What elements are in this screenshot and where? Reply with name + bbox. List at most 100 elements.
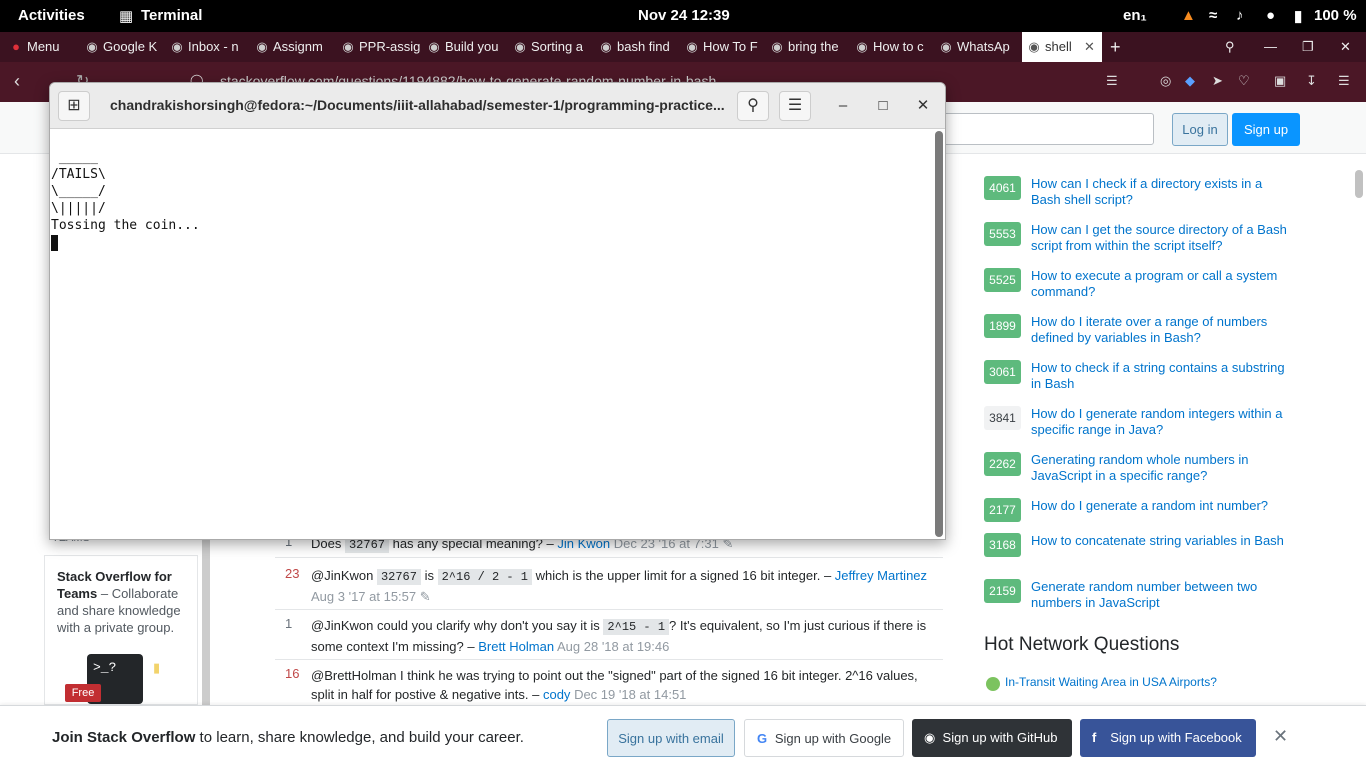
comment: 23 @JinKwon 32767 is 2^16 / 2 - 1 which …	[275, 562, 943, 610]
tab-whatsapp[interactable]: ◉ WhatsAp	[938, 32, 1018, 62]
signup-google-button[interactable]: G Sign up with Google	[744, 719, 904, 757]
app-menu-label[interactable]: Terminal	[141, 7, 202, 24]
terminal-title: chandrakishorsingh@fedora:~/Documents/ii…	[110, 97, 725, 113]
signup-github-button[interactable]: ◉ Sign up with GitHub	[912, 719, 1072, 757]
back-icon[interactable]: ‹	[14, 71, 20, 92]
hot-network-link[interactable]: In-Transit Waiting Area in USA Airports?	[1005, 675, 1217, 689]
incognito-icon: ◉	[686, 39, 698, 54]
tab-bring-the[interactable]: ◉ bring the	[769, 32, 849, 62]
volume-icon[interactable]: ♪	[1236, 7, 1244, 24]
related-link[interactable]: How do I iterate over a range of numbers…	[1031, 314, 1291, 346]
heart-icon[interactable]: ♡	[1238, 73, 1250, 89]
browser-menu-button[interactable]: ● Menu	[8, 32, 78, 62]
comment-text: @JinKwon	[311, 568, 377, 583]
tab-assignment[interactable]: ◉ Assignm	[254, 32, 334, 62]
related-link[interactable]: How can I check if a directory exists in…	[1031, 176, 1291, 208]
comment-date[interactable]: Dec 19 '18 at 14:51	[574, 687, 686, 702]
system-top-bar: Activities ▦ Terminal Nov 24 12:39 en₁ ▲…	[0, 0, 1366, 32]
comment-score: 23	[285, 566, 300, 581]
comment-text: @JinKwon could you clarify why don't you…	[311, 618, 604, 633]
new-tab-icon[interactable]: ⊞	[58, 91, 90, 121]
tab-sorting[interactable]: ◉ Sorting a	[512, 32, 592, 62]
site-icon	[986, 677, 1000, 691]
camera-icon[interactable]: ◎	[1160, 73, 1171, 89]
send-icon[interactable]: ➤	[1212, 73, 1223, 89]
incognito-icon: ◉	[940, 39, 952, 54]
related-score: 2159	[984, 579, 1021, 603]
terminal-app-icon: ▦	[119, 8, 134, 25]
related-link[interactable]: How do I generate random integers within…	[1031, 406, 1291, 438]
output-line: _____	[51, 150, 98, 165]
facebook-icon: f	[1092, 730, 1097, 745]
download-icon[interactable]: ↧	[1306, 73, 1317, 89]
related-link[interactable]: How do I generate a random int number?	[1031, 498, 1291, 514]
battery-icon[interactable]: ▮	[1294, 7, 1302, 25]
related-link[interactable]: How can I get the source directory of a …	[1031, 222, 1291, 254]
close-banner-icon[interactable]: ✕	[1273, 726, 1288, 747]
page-scrollbar[interactable]	[1355, 170, 1363, 198]
comment-user-link[interactable]: Jeffrey Martinez	[835, 568, 927, 583]
microphone-icon[interactable]: ●	[1266, 7, 1275, 24]
comment-user-link[interactable]: cody	[543, 687, 570, 702]
search-tabs-icon[interactable]: ⚲	[1225, 32, 1245, 62]
hot-network-heading: Hot Network Questions	[984, 634, 1180, 655]
hamburger-menu-icon[interactable]: ☰	[779, 91, 811, 121]
incognito-icon: ◉	[428, 39, 440, 54]
google-icon: G	[757, 731, 768, 746]
related-link[interactable]: How to execute a program or call a syste…	[1031, 268, 1291, 300]
new-tab-button[interactable]: +	[1110, 32, 1130, 62]
comment-date[interactable]: Aug 3 '17 at 15:57	[311, 589, 416, 604]
login-button[interactable]: Log in	[1172, 113, 1228, 146]
comment: 1 @JinKwon could you clarify why don't y…	[275, 612, 943, 660]
incognito-icon: ◉	[856, 39, 868, 54]
incognito-icon: ◉	[256, 39, 268, 54]
opera-logo-icon: ●	[12, 39, 20, 54]
minimize-icon[interactable]: –	[831, 94, 855, 118]
tab-inbox[interactable]: ◉ Inbox - n	[169, 32, 249, 62]
chat-bubble-icon: ▮	[153, 660, 161, 675]
signup-email-button[interactable]: Sign up with email	[607, 719, 735, 757]
maximize-icon[interactable]: □	[871, 94, 895, 118]
terminal-output[interactable]: _____ /TAILS\ \_____/ \|||||/ Tossing the co…	[51, 149, 200, 251]
close-window-icon[interactable]: ✕	[1340, 32, 1360, 62]
search-icon[interactable]: ⚲	[737, 91, 769, 121]
related-score: 5553	[984, 222, 1021, 246]
comment-date[interactable]: Aug 28 '18 at 19:46	[557, 639, 669, 654]
wifi-icon[interactable]: ≈	[1209, 7, 1217, 24]
related-score: 2177	[984, 498, 1021, 522]
related-link[interactable]: Generating random whole numbers in JavaS…	[1031, 452, 1291, 484]
related-link[interactable]: How to check if a string contains a subs…	[1031, 360, 1291, 392]
tab-google[interactable]: ◉ Google K	[84, 32, 164, 62]
close-icon[interactable]: ✕	[911, 94, 935, 118]
tab-build[interactable]: ◉ Build you	[426, 32, 506, 62]
terminal-scrollbar[interactable]	[935, 131, 943, 537]
easy-setup-icon[interactable]: ☰	[1338, 73, 1350, 89]
tab-how-to-c[interactable]: ◉ How to c	[854, 32, 934, 62]
so-search-input[interactable]	[940, 113, 1154, 145]
update-icon[interactable]: ▲	[1181, 7, 1196, 24]
minimize-window-icon[interactable]: —	[1264, 32, 1284, 62]
restore-window-icon[interactable]: ❐	[1302, 32, 1322, 62]
signup-facebook-button[interactable]: f Sign up with Facebook	[1080, 719, 1256, 757]
shield-icon[interactable]: ◆	[1185, 73, 1195, 89]
clock[interactable]: Nov 24 12:39	[638, 7, 730, 24]
keyboard-layout[interactable]: en₁	[1123, 7, 1147, 24]
extensions-icon[interactable]: ▣	[1274, 73, 1286, 89]
comment-text: which is the upper limit for a signed 16…	[532, 568, 835, 583]
related-link[interactable]: Generate random number between two numbe…	[1031, 579, 1291, 611]
incognito-icon: ◉	[771, 39, 783, 54]
tab-ppr[interactable]: ◉ PPR-assig	[340, 32, 420, 62]
reader-icon[interactable]: ☰	[1106, 73, 1118, 89]
tab-how-to[interactable]: ◉ How To F	[684, 32, 764, 62]
related-link[interactable]: How to concatenate string variables in B…	[1031, 533, 1291, 549]
close-tab-icon[interactable]: ✕	[1084, 32, 1095, 62]
comment-user-link[interactable]: Brett Holman	[478, 639, 554, 654]
tab-shell-active[interactable]: ◉ shell ✕	[1022, 32, 1102, 62]
battery-level: 100 %	[1314, 7, 1357, 24]
incognito-icon: ◉	[86, 39, 98, 54]
tab-bash-find[interactable]: ◉ bash find	[598, 32, 678, 62]
incognito-icon: ◉	[1028, 39, 1040, 54]
signup-button[interactable]: Sign up	[1232, 113, 1300, 146]
incognito-icon: ◉	[600, 39, 612, 54]
activities-button[interactable]: Activities	[18, 7, 85, 24]
